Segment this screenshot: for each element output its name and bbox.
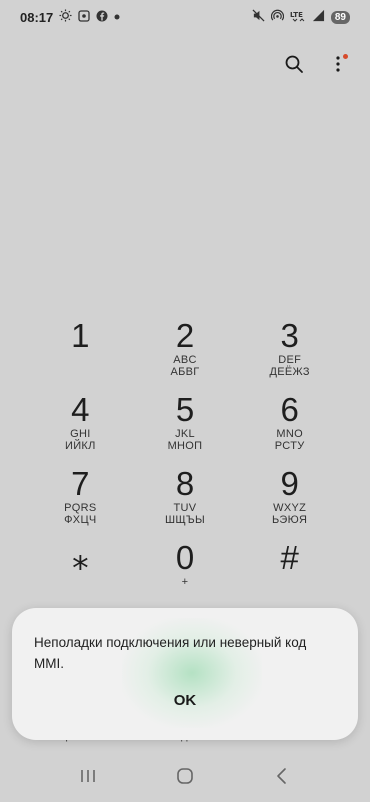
signal-icon [312, 9, 325, 25]
mmi-error-dialog: Неполадки подключения или неверный код M… [12, 608, 358, 740]
brightness-icon [59, 9, 72, 25]
key-5[interactable]: 5 JKL МНОП [133, 392, 238, 466]
key-4[interactable]: 4 GHI ИЙКЛ [28, 392, 133, 466]
key-digit: 5 [175, 391, 195, 428]
notification-badge [343, 54, 348, 59]
key-letters-cyrillic: ФХЦЧ [64, 514, 97, 526]
key-2[interactable]: 2 ABC АБВГ [133, 318, 238, 392]
dot-icon [114, 12, 120, 23]
more-vertical-icon[interactable] [326, 52, 350, 76]
recents-icon[interactable] [68, 756, 108, 796]
hotspot-icon [270, 9, 285, 25]
key-letters: WXYZ [273, 502, 307, 514]
key-letters-cyrillic: ШЩЪЫ [164, 514, 206, 526]
dialog-message: Неполадки подключения или неверный код M… [34, 635, 307, 671]
key-digit: 6 [280, 391, 299, 428]
key-digit: 7 [71, 465, 90, 502]
battery-badge: 89 [330, 10, 350, 24]
key-digit: 8 [175, 465, 195, 502]
key-letters: PQRS [64, 502, 97, 514]
screenshot-icon [78, 9, 90, 25]
key-8[interactable]: 8 TUV ШЩЪЫ [133, 466, 238, 540]
key-digit: 2 [175, 317, 195, 354]
key-digit: 3 [280, 317, 299, 354]
key-digit: 4 [71, 391, 90, 428]
status-left: 08:17 [20, 9, 120, 25]
key-digit: 9 [280, 465, 299, 502]
key-letters: DEF [278, 354, 302, 366]
key-6[interactable]: 6 MNO РСТУ [237, 392, 342, 466]
key-3[interactable]: 3 DEF ДЕЁЖЗ [237, 318, 342, 392]
key-letters: ABC [173, 354, 197, 366]
home-icon[interactable] [165, 756, 205, 796]
lte-icon: LTE [290, 9, 306, 25]
top-actions [282, 52, 350, 76]
key-letters: + [181, 576, 189, 588]
key-1[interactable]: 1 [28, 318, 133, 392]
system-nav-bar [0, 750, 370, 802]
status-time: 08:17 [20, 9, 54, 25]
status-bar: 08:17 LTE 89 [0, 0, 370, 34]
key-letters-cyrillic: ДЕЁЖЗ [269, 366, 310, 378]
ok-button[interactable]: OK [12, 692, 358, 709]
key-letters: GHI [70, 428, 91, 440]
key-hash[interactable]: # [237, 540, 342, 614]
key-letters: TUV [173, 502, 197, 514]
key-letters-cyrillic: ЬЭЮЯ [272, 514, 308, 526]
key-digit: # [280, 539, 299, 576]
key-digit: ⁎ [72, 539, 89, 576]
key-0[interactable]: 0 + [133, 540, 238, 614]
search-icon[interactable] [282, 52, 306, 76]
key-7[interactable]: 7 PQRS ФХЦЧ [28, 466, 133, 540]
dial-keypad: 1 2 ABC АБВГ 3 DEF ДЕЁЖЗ 4 GHI ИЙКЛ 5 JK… [0, 318, 370, 614]
key-digit: 1 [71, 317, 90, 354]
key-letters-cyrillic: МНОП [167, 440, 203, 452]
key-digit: 0 [175, 539, 195, 576]
key-star[interactable]: ⁎ [28, 540, 133, 614]
mute-icon [252, 9, 265, 25]
status-right: LTE 89 [252, 9, 350, 25]
facebook-icon [96, 10, 108, 25]
key-letters-cyrillic: АБВГ [170, 366, 200, 378]
svg-text:LTE: LTE [290, 11, 303, 19]
back-icon[interactable] [262, 756, 302, 796]
key-letters: MNO [276, 428, 303, 440]
key-letters-cyrillic: РСТУ [274, 440, 305, 452]
key-letters-cyrillic: ИЙКЛ [65, 440, 96, 452]
key-9[interactable]: 9 WXYZ ЬЭЮЯ [237, 466, 342, 540]
key-letters: JKL [175, 428, 195, 440]
